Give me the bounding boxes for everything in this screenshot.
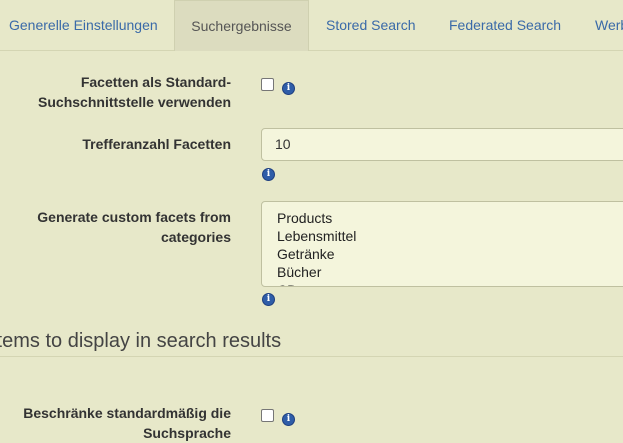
tab-generelle-einstellungen[interactable]: Generelle Einstellungen [9, 0, 158, 50]
option-lebensmittel[interactable]: Lebensmittel [277, 227, 623, 245]
facets-default-label: Facetten als Standard- Suchschnittstelle… [0, 72, 231, 112]
info-icon[interactable]: i [262, 168, 275, 181]
option-products[interactable]: Products [277, 209, 623, 227]
restrict-lang-label-line2: Suchsprache [143, 425, 231, 441]
info-icon[interactable]: i [282, 82, 295, 95]
facet-hits-label: Trefferanzahl Facetten [82, 136, 231, 152]
tab-werbung[interactable]: Werb [595, 0, 623, 50]
tab-federated-search[interactable]: Federated Search [449, 0, 561, 50]
tab-bar: Generelle Einstellungen Suchergebnisse S… [0, 0, 623, 51]
section-divider [0, 356, 623, 357]
restrict-lang-checkbox[interactable] [261, 409, 274, 422]
custom-facets-label-line2: categories [160, 229, 231, 245]
option-cd[interactable]: CD [277, 281, 623, 286]
restrict-lang-label-line1: Beschränke standardmäßig die [23, 405, 231, 421]
tab-suchergebnisse[interactable]: Suchergebnisse [174, 0, 309, 51]
option-getraenke[interactable]: Getränke [277, 245, 623, 263]
facets-default-checkbox[interactable] [261, 78, 274, 91]
section-title: Items to display in search results [0, 330, 282, 352]
facets-default-label-line1: Facetten als Standard- [80, 74, 231, 90]
facets-default-label-line2: Suchschnittstelle verwenden [38, 94, 231, 110]
restrict-lang-label: Beschränke standardmäßig die Suchsprache [0, 403, 231, 443]
custom-facets-label: Generate custom facets from categories [0, 207, 231, 247]
facet-hits-input[interactable]: 10 [261, 128, 623, 161]
option-buecher[interactable]: Bücher [277, 263, 623, 281]
tab-stored-search[interactable]: Stored Search [326, 0, 416, 50]
custom-facets-label-line1: Generate custom facets from [37, 209, 231, 225]
info-icon[interactable]: i [282, 413, 295, 426]
info-icon[interactable]: i [262, 293, 275, 306]
custom-facets-select[interactable]: Products Lebensmittel Getränke Bücher CD [261, 201, 623, 287]
